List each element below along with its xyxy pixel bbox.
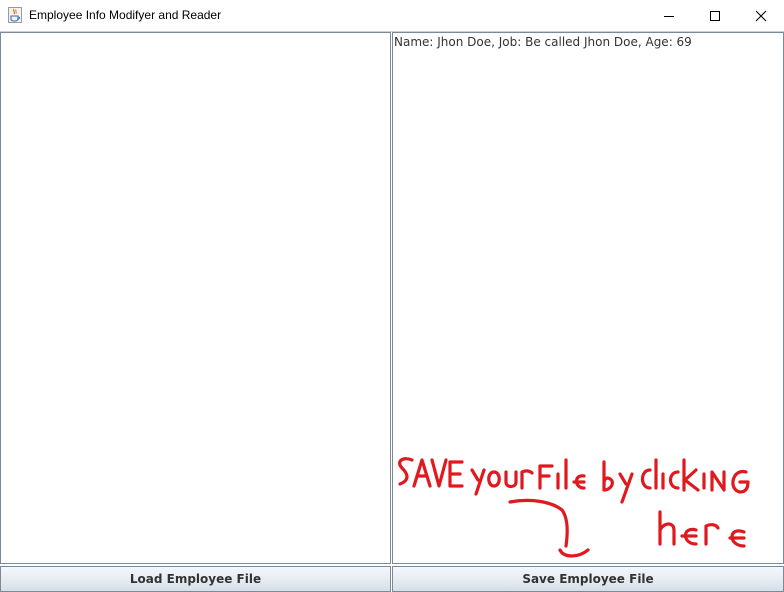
window-title: Employee Info Modifyer and Reader (29, 8, 222, 22)
minimize-button[interactable] (646, 0, 692, 31)
employee-info-text: Name: Jhon Doe, Job: Be called Jhon Doe,… (394, 35, 692, 49)
save-employee-file-button[interactable]: Save Employee File (392, 566, 784, 592)
maximize-button[interactable] (692, 0, 738, 31)
left-text-area[interactable] (0, 32, 391, 564)
maximize-icon (710, 10, 720, 21)
close-button[interactable] (738, 0, 784, 31)
right-text-area[interactable]: Name: Jhon Doe, Job: Be called Jhon Doe,… (392, 32, 784, 564)
close-icon (755, 10, 767, 21)
java-cup-icon (8, 7, 22, 23)
minimize-icon (664, 15, 674, 17)
title-bar: Employee Info Modifyer and Reader (0, 0, 784, 32)
load-employee-file-button[interactable]: Load Employee File (0, 566, 391, 592)
